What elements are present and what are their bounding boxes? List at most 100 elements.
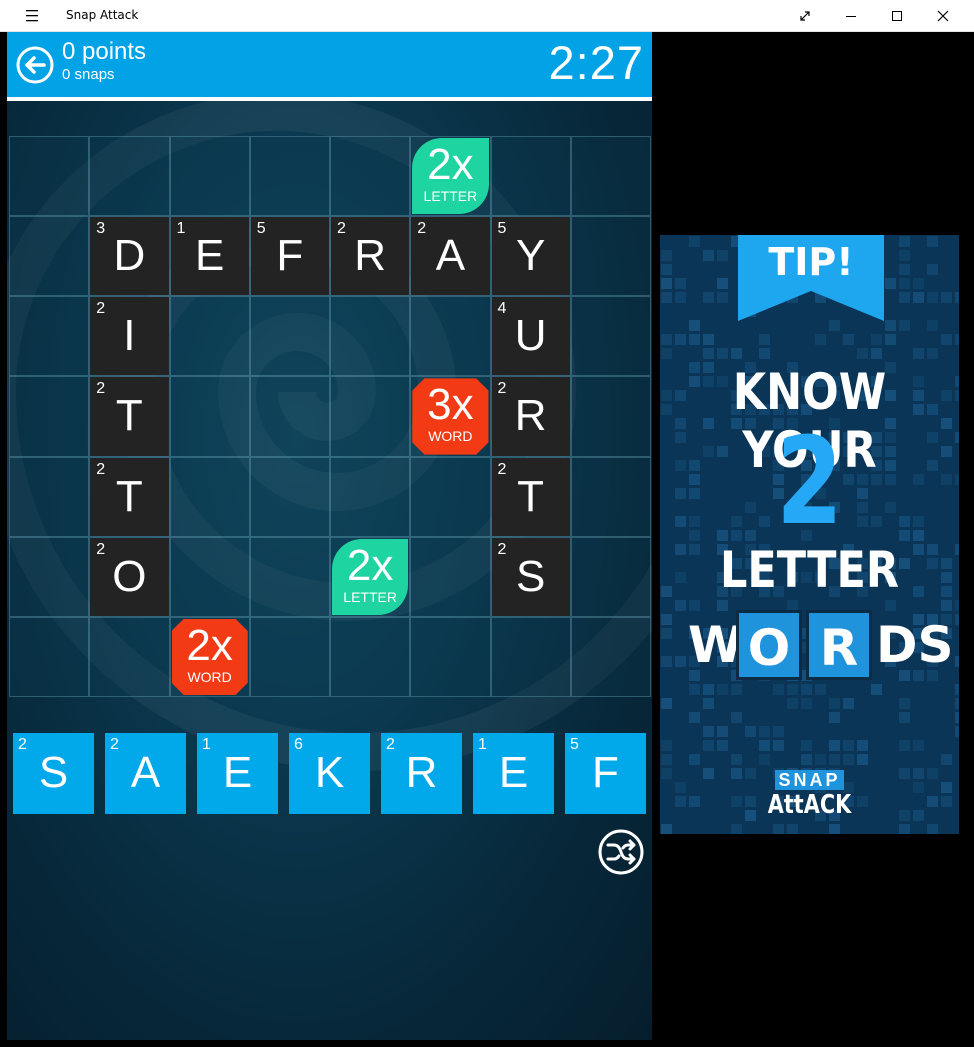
rack-tile-letter: S: [38, 748, 69, 797]
bonus-multiplier: 2x: [427, 140, 474, 189]
board-cell[interactable]: [249, 456, 330, 537]
board-cell[interactable]: [9, 296, 90, 377]
board-cell[interactable]: [249, 136, 330, 217]
board-tile[interactable]: 2A: [411, 217, 490, 296]
rack-tile-letter: K: [314, 748, 345, 797]
countdown-timer: 2:27: [548, 36, 644, 89]
tile-letter: U: [514, 311, 547, 361]
rack-tile[interactable]: 1E: [473, 733, 554, 814]
board-tile[interactable]: 2T: [90, 377, 169, 456]
board-cell[interactable]: [169, 536, 250, 617]
close-icon[interactable]: [920, 0, 966, 32]
board-tile[interactable]: 2R: [491, 377, 570, 456]
board-cell[interactable]: [169, 456, 250, 537]
board-cell[interactable]: [570, 456, 651, 537]
ad-number: 2: [776, 413, 843, 552]
back-arrow-icon[interactable]: [15, 45, 55, 85]
ad-words-row: W O R DS: [686, 610, 954, 680]
board-cell[interactable]: [169, 296, 250, 377]
maximize-icon[interactable]: [874, 0, 920, 32]
board-cell[interactable]: [330, 376, 411, 457]
tip-ad-panel[interactable]: TIP! KNOW YOUR 2 LETTER W O R DS SNAP At…: [660, 235, 959, 834]
board-cell[interactable]: [570, 136, 651, 217]
board-cell[interactable]: [490, 136, 571, 217]
board-cell[interactable]: [9, 376, 90, 457]
shuffle-icon[interactable]: [597, 828, 645, 876]
board-tile[interactable]: 5F: [250, 217, 329, 296]
tile-letter: O: [112, 551, 147, 601]
word-bonus-square[interactable]: 2x WORD: [171, 618, 248, 695]
board-cell[interactable]: [410, 296, 491, 377]
board-tile[interactable]: 2I: [90, 297, 169, 376]
rack-tile[interactable]: 2A: [105, 733, 186, 814]
board-cell[interactable]: [490, 616, 571, 697]
tile-letter: R: [514, 391, 547, 441]
board-cell[interactable]: [249, 536, 330, 617]
board-cell[interactable]: [570, 376, 651, 457]
board-tile[interactable]: 2T: [90, 457, 169, 536]
expand-icon[interactable]: [782, 0, 828, 32]
rack-tile-letter: E: [498, 748, 529, 797]
board-cell[interactable]: [330, 296, 411, 377]
ad-word-tile: O: [736, 610, 802, 680]
board-cell[interactable]: [9, 216, 90, 297]
board-cell[interactable]: [9, 616, 90, 697]
board-tile[interactable]: 2T: [491, 457, 570, 536]
board-cell[interactable]: [89, 616, 170, 697]
rack-tile[interactable]: 5F: [565, 733, 646, 814]
header-divider: [7, 97, 652, 101]
board-cell[interactable]: [570, 296, 651, 377]
board-cell[interactable]: [249, 376, 330, 457]
board-cell[interactable]: [9, 456, 90, 537]
ad-word-tile: R: [806, 610, 872, 680]
ad-word-part: DS: [876, 616, 954, 674]
board-cell[interactable]: [410, 536, 491, 617]
word-bonus-square[interactable]: 3x WORD: [412, 378, 489, 455]
rack-tile-letter: E: [222, 748, 253, 797]
board-cell[interactable]: [330, 136, 411, 217]
snaps-label: 0 snaps: [62, 66, 115, 83]
game-area: 0 points 0 snaps 2:27 3D1E5F2R2A5Y2I2T2T…: [7, 32, 652, 1040]
board-tile[interactable]: 1E: [170, 217, 249, 296]
board-cell[interactable]: [570, 536, 651, 617]
board-cell[interactable]: [330, 616, 411, 697]
tile-letter: T: [115, 471, 143, 521]
game-board: 3 D 1 E 5 F 2 R 2 A 5 Y 2 I 2 T 2 T 2 O 4 U 2 R 2 T 2 S 2x LETTER 3x WO…: [9, 136, 651, 697]
board-cell[interactable]: [249, 616, 330, 697]
board-cell[interactable]: [410, 616, 491, 697]
board-tile[interactable]: 2O: [90, 537, 169, 616]
rack-tile[interactable]: 2S: [13, 733, 94, 814]
rack-tile[interactable]: 6K: [289, 733, 370, 814]
tip-label: TIP!: [768, 240, 854, 284]
board-tile[interactable]: 2R: [331, 217, 410, 296]
rack-tile[interactable]: 2R: [381, 733, 462, 814]
board-tile[interactable]: 3D: [90, 217, 169, 296]
tile-letter: T: [115, 391, 143, 441]
board-cell[interactable]: [169, 136, 250, 217]
board-cell[interactable]: [570, 616, 651, 697]
board-tile[interactable]: 4U: [491, 297, 570, 376]
board-cell[interactable]: [410, 456, 491, 537]
bonus-multiplier: 2x: [346, 540, 394, 590]
board-cell[interactable]: [169, 376, 250, 457]
snap-attack-logo-top: SNAP: [660, 770, 959, 791]
hamburger-menu-icon[interactable]: [16, 8, 46, 24]
board-cell[interactable]: [89, 136, 170, 217]
tile-letter: A: [435, 231, 466, 281]
board-cell[interactable]: [9, 536, 90, 617]
board-tile[interactable]: 2S: [491, 537, 570, 616]
tile-letter: T: [517, 471, 545, 521]
letter-bonus-square[interactable]: 2x LETTER: [412, 138, 489, 215]
rack-tile-letter: A: [130, 748, 161, 797]
board-cell[interactable]: [249, 296, 330, 377]
board-cell[interactable]: [9, 136, 90, 217]
board-cell[interactable]: [330, 456, 411, 537]
board-tile[interactable]: 5Y: [491, 217, 570, 296]
minimize-icon[interactable]: [828, 0, 874, 32]
letter-bonus-square[interactable]: 2x LETTER: [332, 538, 409, 615]
board-cell[interactable]: [570, 216, 651, 297]
bonus-type: LETTER: [423, 188, 478, 204]
rack-tile[interactable]: 1E: [197, 733, 278, 814]
rack-tile-letter: R: [405, 748, 438, 797]
ad-headline-3: LETTER: [720, 541, 899, 599]
